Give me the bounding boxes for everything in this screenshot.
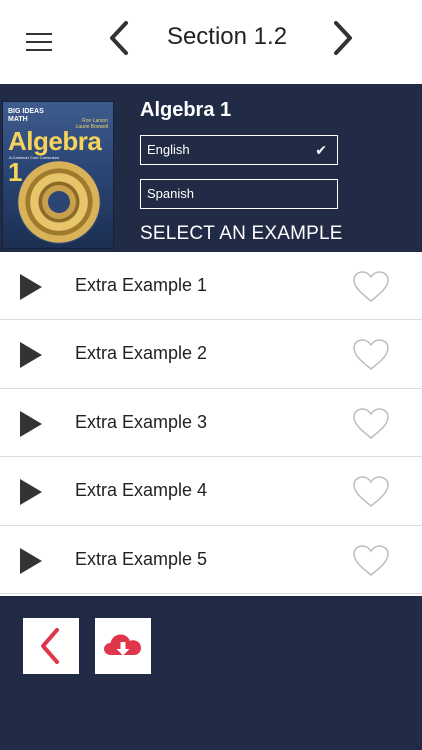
play-icon[interactable]: [20, 274, 42, 300]
language-option-spanish[interactable]: Spanish: [140, 179, 338, 209]
play-icon[interactable]: [20, 410, 42, 437]
heart-icon[interactable]: [352, 407, 390, 441]
cover-brand-line2: MATH: [8, 116, 28, 123]
language-option-english[interactable]: English ✔: [140, 135, 338, 165]
list-item[interactable]: Extra Example 3: [0, 388, 422, 458]
example-label: Extra Example 5: [75, 548, 208, 569]
download-button[interactable]: [95, 618, 151, 674]
previous-section-button[interactable]: [104, 18, 134, 58]
example-label: Extra Example 4: [75, 480, 208, 501]
example-label: Extra Example 2: [75, 343, 208, 364]
cover-subtitle: A Common Core Curriculum: [9, 155, 60, 160]
list-item[interactable]: Extra Example 5: [0, 525, 422, 594]
chevron-right-icon: [334, 21, 352, 55]
book-header: BIG IDEAS MATH Ron Larson Laurie Boswell…: [0, 84, 422, 252]
chevron-left-icon: [110, 21, 128, 55]
play-icon[interactable]: [20, 342, 42, 369]
list-item[interactable]: Extra Example 1: [0, 252, 422, 321]
cover-brand-line1: BIG IDEAS: [8, 108, 44, 115]
footer-bar: [0, 596, 422, 750]
language-label: English: [147, 142, 190, 157]
play-icon[interactable]: [20, 479, 42, 506]
back-button[interactable]: [23, 618, 79, 674]
cloud-download-icon: [104, 634, 141, 656]
cover-brand: BIG IDEAS MATH: [8, 108, 44, 124]
next-section-button[interactable]: [328, 18, 358, 58]
list-item[interactable]: Extra Example 4: [0, 457, 422, 526]
heart-icon[interactable]: [352, 475, 390, 509]
play-icon[interactable]: [20, 547, 42, 574]
top-bar: Section 1.2: [0, 0, 422, 84]
cover-spiral-art: [17, 160, 101, 244]
language-label: Spanish: [147, 186, 194, 201]
select-example-prompt: SELECT AN EXAMPLE: [140, 223, 343, 244]
list-item[interactable]: Extra Example 2: [0, 320, 422, 389]
book-title: Algebra 1: [140, 99, 232, 121]
heart-icon[interactable]: [352, 338, 390, 372]
book-cover-image: BIG IDEAS MATH Ron Larson Laurie Boswell…: [2, 101, 114, 249]
heart-icon[interactable]: [352, 544, 390, 578]
chevron-left-icon: [41, 628, 59, 664]
section-title: Section 1.2: [166, 23, 288, 50]
heart-icon[interactable]: [352, 270, 390, 304]
example-label: Extra Example 1: [75, 275, 208, 295]
examples-list: Extra Example 1 Extra Example 2 Extra Ex…: [0, 252, 422, 594]
example-label: Extra Example 3: [75, 411, 208, 432]
checkmark-icon: ✔: [315, 142, 327, 158]
hamburger-menu-icon[interactable]: [26, 33, 52, 53]
